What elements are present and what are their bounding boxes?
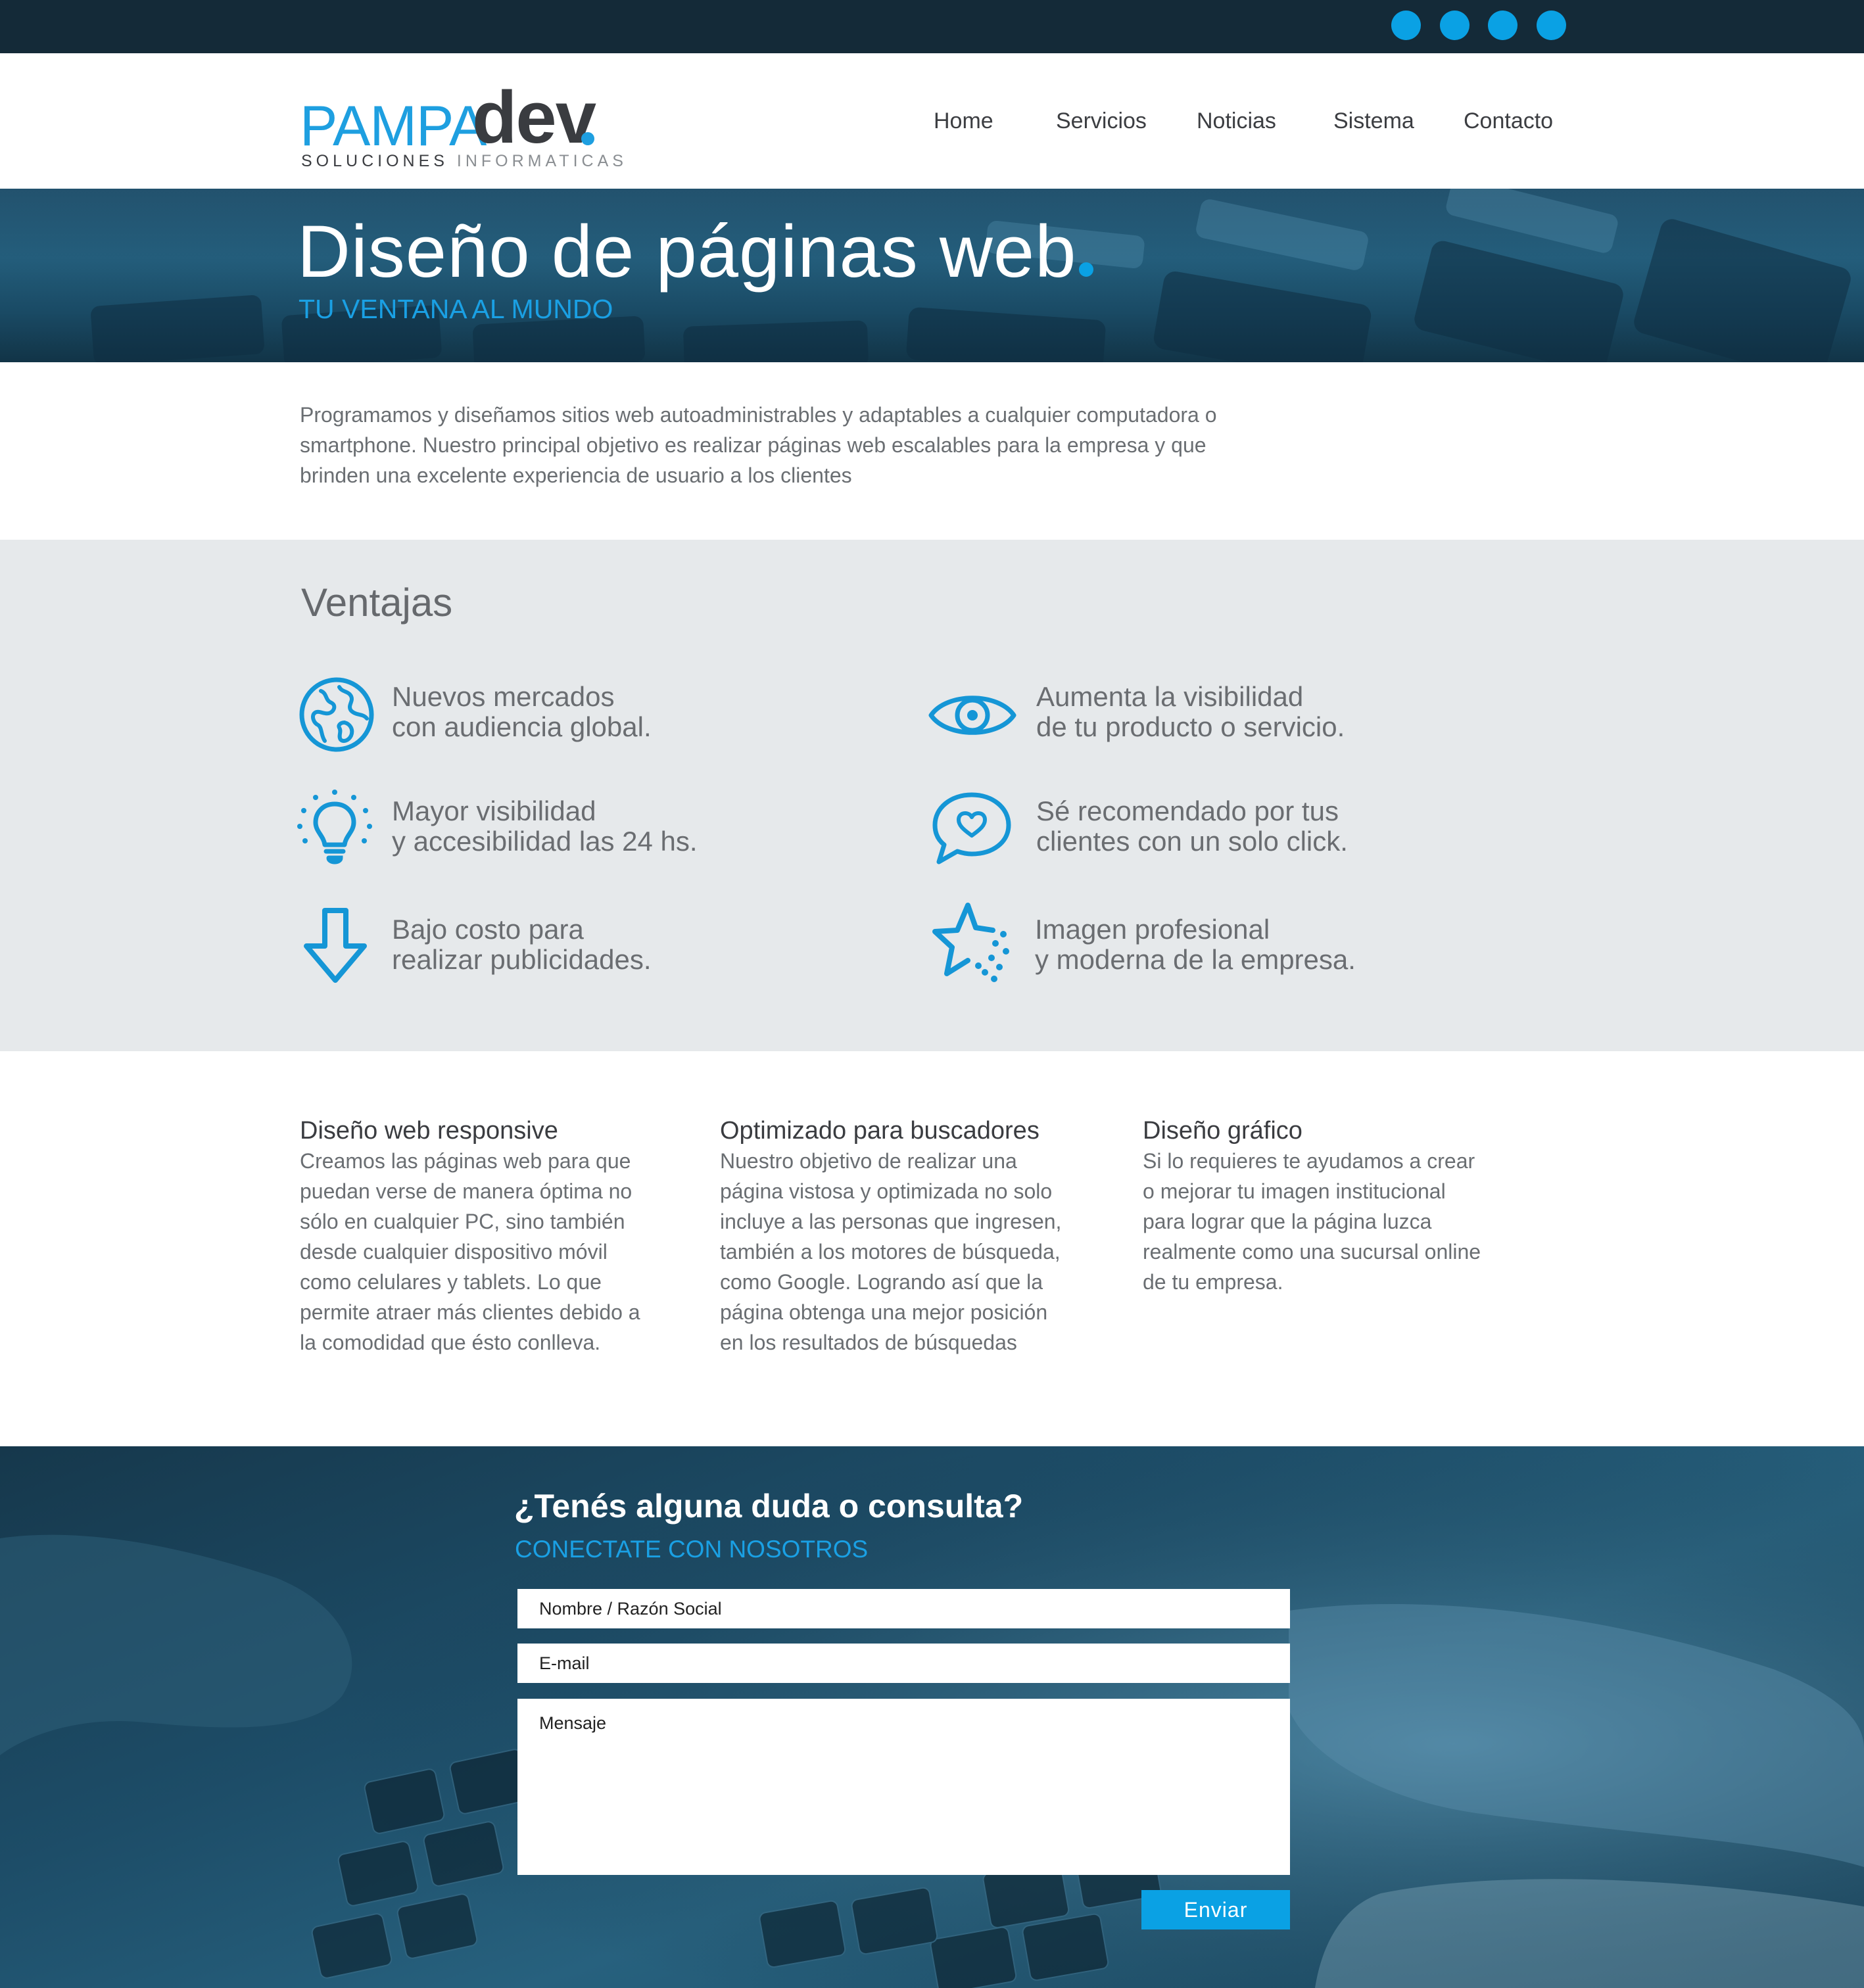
ventajas-title: Ventajas [301,580,453,625]
logo-wordmark-light: PAMPA [300,95,487,158]
logo-tagline-dark: SOLUCIONES [301,152,448,170]
nav-contacto[interactable]: Contacto [1464,110,1553,132]
globe-icon [299,677,374,752]
hero-title-dot [1079,262,1094,277]
hero-subtitle: TU VENTANA AL MUNDO [299,294,613,324]
logo-dot [581,132,594,145]
arrow-down-icon [304,908,367,983]
contact-section: ¿Tenés alguna duda o consulta? CONECTATE… [0,1446,1864,1988]
service-title: Optimizado para buscadores [720,1117,1040,1145]
ventaja-text-4: Sé recomendado por tus clientes con un s… [1036,795,1348,857]
contact-title: ¿Tenés alguna duda o consulta? [514,1488,1024,1525]
ventaja-text-2: Aumenta la visibilidad de tu producto o … [1036,681,1345,742]
lightbulb-icon [297,790,372,864]
email-input[interactable] [517,1644,1290,1683]
eye-icon [928,696,1016,735]
service-card-seo: Optimizado para buscadores Nuestro objet… [720,1116,1075,1358]
send-button[interactable]: Enviar [1141,1890,1290,1929]
chat-heart-icon [932,792,1011,864]
hero-banner: Diseño de páginas web TU VENTANA AL MUND… [0,189,1864,362]
service-body: Nuestro objetivo de realizar una página … [720,1149,1062,1354]
nav-home[interactable]: Home [934,110,993,132]
star-icon [932,903,1009,982]
social-icon-2[interactable] [1440,11,1470,40]
intro-paragraph: Programamos y diseñamos sitios web autoa… [300,403,1217,487]
social-icon-1[interactable] [1391,11,1421,40]
social-icon-3[interactable] [1488,11,1517,40]
nav-noticias[interactable]: Noticias [1197,110,1276,132]
message-textarea[interactable] [517,1699,1290,1875]
logo[interactable]: PAMPA dev SOLUCIONES INFORMATICAS [300,76,623,170]
contact-subtitle: CONECTATE CON NOSOTROS [515,1536,869,1563]
name-input[interactable] [517,1589,1290,1628]
hero-title: Diseño de páginas web [297,215,1094,289]
service-title: Diseño gráfico [1143,1117,1302,1145]
logo-tagline: SOLUCIONES INFORMATICAS [301,153,627,170]
service-title: Diseño web responsive [300,1117,558,1145]
service-card-responsive: Diseño web responsive Creamos las página… [300,1116,655,1358]
service-body: Si lo requieres te ayudamos a crear o me… [1143,1149,1481,1294]
social-icon-4[interactable] [1537,11,1566,40]
hero-title-text: Diseño de páginas web [297,210,1077,293]
ventaja-text-5: Bajo costo para realizar publicidades. [392,914,652,975]
ventajas-section: Ventajas Nuevos mercados con audiencia g… [0,540,1864,1051]
logo-tagline-light: INFORMATICAS [456,152,627,170]
ventaja-text-3: Mayor visibilidad y accesibilidad las 24… [392,795,698,857]
service-body: Creamos las páginas web para que puedan … [300,1149,640,1354]
ventaja-text-1: Nuevos mercados con audiencia global. [392,681,652,742]
site-header: PAMPA dev SOLUCIONES INFORMATICAS Home S… [0,53,1864,189]
ventaja-text-6: Imagen profesional y moderna de la empre… [1035,914,1356,975]
logo-wordmark-bold: dev [472,76,596,158]
nav-sistema[interactable]: Sistema [1333,110,1414,132]
service-card-grafico: Diseño gráfico Si lo requieres te ayudam… [1143,1116,1498,1297]
top-bar [0,0,1864,53]
nav-servicios[interactable]: Servicios [1056,110,1147,132]
